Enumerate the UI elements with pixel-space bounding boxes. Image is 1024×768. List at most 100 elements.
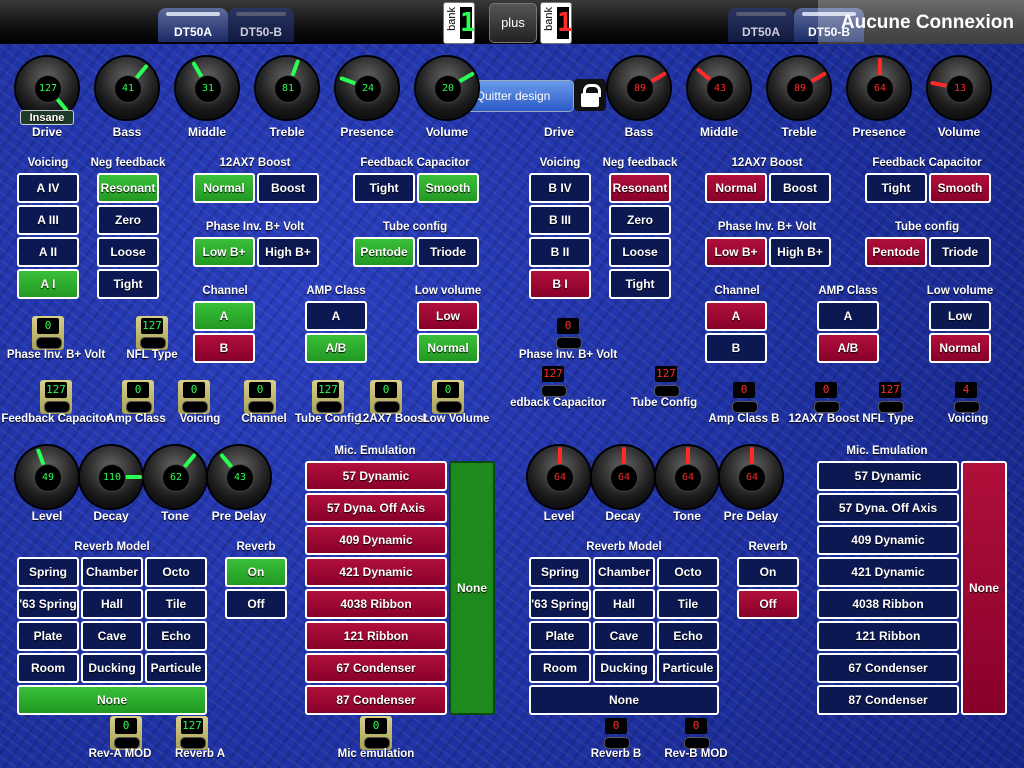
mic-emulation-button[interactable]: 409 Dynamic <box>817 525 959 555</box>
phase-high-button[interactable]: High B+ <box>769 237 831 267</box>
tube-triode-button[interactable]: Triode <box>417 237 479 267</box>
reverb-model-button[interactable]: Tile <box>657 589 719 619</box>
rev-a-mod-selector[interactable]: 0 <box>110 716 142 750</box>
reverb-knob-b-0[interactable]: 64 <box>528 446 590 508</box>
mic-emulation-button[interactable]: 57 Dyna. Off Axis <box>305 493 447 523</box>
reverb-model-button[interactable]: Chamber <box>593 557 655 587</box>
reverb-off-button-b[interactable]: Off <box>737 589 799 619</box>
tube-triode-button[interactable]: Triode <box>929 237 991 267</box>
mic-emulation-button[interactable]: 421 Dynamic <box>817 557 959 587</box>
knob-middle-b[interactable]: 43 <box>688 57 750 119</box>
channel-b-button-b[interactable]: B <box>705 333 767 363</box>
low-volume-low-button[interactable]: Low <box>417 301 479 331</box>
reverb-model-button[interactable]: Octo <box>145 557 207 587</box>
reverb-model-none-button[interactable]: None <box>17 685 207 715</box>
reverb-knob-3[interactable]: 43 <box>208 446 270 508</box>
reverb-knob-0[interactable]: 49 <box>16 446 78 508</box>
reverb-model-button[interactable]: '63 Spring <box>17 589 79 619</box>
knob-presence[interactable]: 24 <box>336 57 398 119</box>
reverb-model-button[interactable]: Hall <box>593 589 655 619</box>
reverb-on-button-b[interactable]: On <box>737 557 799 587</box>
selector-b[interactable]: 4 <box>950 380 982 414</box>
neg-feedback-button[interactable]: Loose <box>609 237 671 267</box>
low-volume-low-button-b[interactable]: Low <box>929 301 991 331</box>
knob-treble-b[interactable]: 89 <box>768 57 830 119</box>
reverb-model-button[interactable]: Ducking <box>593 653 655 683</box>
fbcap-smooth-button[interactable]: Smooth <box>929 173 991 203</box>
knob-volume-b[interactable]: 13 <box>928 57 990 119</box>
mic-emulation-button[interactable]: 421 Dynamic <box>305 557 447 587</box>
fbcap-tight-button[interactable]: Tight <box>865 173 927 203</box>
fbcap-smooth-button[interactable]: Smooth <box>417 173 479 203</box>
reverb-model-button[interactable]: Hall <box>81 589 143 619</box>
neg-feedback-button[interactable]: Tight <box>97 269 159 299</box>
selector[interactable]: 0 <box>244 380 276 414</box>
reverb-knob-b-2[interactable]: 64 <box>656 446 718 508</box>
lock-icon[interactable] <box>574 79 606 111</box>
mic-none-button-b[interactable]: None <box>961 461 1007 715</box>
amp-class-ab-button-b[interactable]: A/B <box>817 333 879 363</box>
selector-b[interactable]: 127 <box>537 364 569 398</box>
voicing-button[interactable]: A III <box>17 205 79 235</box>
reverb-model-button[interactable]: Room <box>529 653 591 683</box>
tab-dt50a-right[interactable]: DT50A <box>728 8 794 42</box>
channel-a-button[interactable]: A <box>193 301 255 331</box>
reverb-model-button[interactable]: Chamber <box>81 557 143 587</box>
reverb-knob-b-3[interactable]: 64 <box>720 446 782 508</box>
selector[interactable]: 0 <box>122 380 154 414</box>
selector-b[interactable]: 0 <box>810 380 842 414</box>
amp-class-ab-button[interactable]: A/B <box>305 333 367 363</box>
reverb-model-button[interactable]: Octo <box>657 557 719 587</box>
reverb-off-button[interactable]: Off <box>225 589 287 619</box>
fbcap-tight-button[interactable]: Tight <box>353 173 415 203</box>
mic-emulation-button[interactable]: 57 Dynamic <box>305 461 447 491</box>
channel-a-button-b[interactable]: A <box>705 301 767 331</box>
reverb-model-button[interactable]: Spring <box>529 557 591 587</box>
reverb-model-button[interactable]: Ducking <box>81 653 143 683</box>
neg-feedback-button[interactable]: Zero <box>609 205 671 235</box>
knob-middle[interactable]: 31 <box>176 57 238 119</box>
mic-emulation-button[interactable]: 57 Dyna. Off Axis <box>817 493 959 523</box>
selector[interactable]: 127 <box>312 380 344 414</box>
mic-emulation-button[interactable]: 87 Condenser <box>305 685 447 715</box>
plus-button[interactable]: plus <box>489 3 537 43</box>
voicing-button[interactable]: A I <box>17 269 79 299</box>
low-volume-normal-button-b[interactable]: Normal <box>929 333 991 363</box>
mic-emulation-button[interactable]: 121 Ribbon <box>817 621 959 651</box>
selector-b[interactable]: 127 <box>874 380 906 414</box>
reverb-knob-b-1[interactable]: 64 <box>592 446 654 508</box>
reverb-model-button[interactable]: Spring <box>17 557 79 587</box>
mic-emulation-button[interactable]: 409 Dynamic <box>305 525 447 555</box>
phase-low-button[interactable]: Low B+ <box>193 237 255 267</box>
selector[interactable]: 127 <box>40 380 72 414</box>
tube-pentode-button[interactable]: Pentode <box>865 237 927 267</box>
rev-b-mod-selector[interactable]: 0 <box>680 716 712 750</box>
knob-volume[interactable]: 20 <box>416 57 478 119</box>
mic-none-button[interactable]: None <box>449 461 495 715</box>
reverb-b-selector[interactable]: 0 <box>600 716 632 750</box>
voicing-button[interactable]: B III <box>529 205 591 235</box>
neg-feedback-button[interactable]: Tight <box>609 269 671 299</box>
reverb-model-button[interactable]: Room <box>17 653 79 683</box>
phase-inv-selector[interactable]: 0 <box>32 316 64 350</box>
reverb-model-button[interactable]: Echo <box>657 621 719 651</box>
knob-presence-b[interactable]: 64 <box>848 57 910 119</box>
reverb-a-selector[interactable]: 127 <box>176 716 208 750</box>
mic-emulation-button[interactable]: 121 Ribbon <box>305 621 447 651</box>
reverb-knob-2[interactable]: 62 <box>144 446 206 508</box>
mic-emulation-button[interactable]: 4038 Ribbon <box>817 589 959 619</box>
knob-bass-b[interactable]: 89 <box>608 57 670 119</box>
tube-pentode-button[interactable]: Pentode <box>353 237 415 267</box>
selector[interactable]: 0 <box>178 380 210 414</box>
reverb-model-button[interactable]: Plate <box>529 621 591 651</box>
boost-normal-button[interactable]: Normal <box>705 173 767 203</box>
reverb-model-button[interactable]: Cave <box>81 621 143 651</box>
neg-feedback-button[interactable]: Resonant <box>97 173 159 203</box>
boost-boost-button[interactable]: Boost <box>769 173 831 203</box>
selector[interactable]: 0 <box>432 380 464 414</box>
neg-feedback-button[interactable]: Zero <box>97 205 159 235</box>
voicing-button[interactable]: B I <box>529 269 591 299</box>
voicing-button[interactable]: B IV <box>529 173 591 203</box>
mic-emulation-selector[interactable]: 0 <box>360 716 392 750</box>
selector-b[interactable]: 127 <box>650 364 682 398</box>
